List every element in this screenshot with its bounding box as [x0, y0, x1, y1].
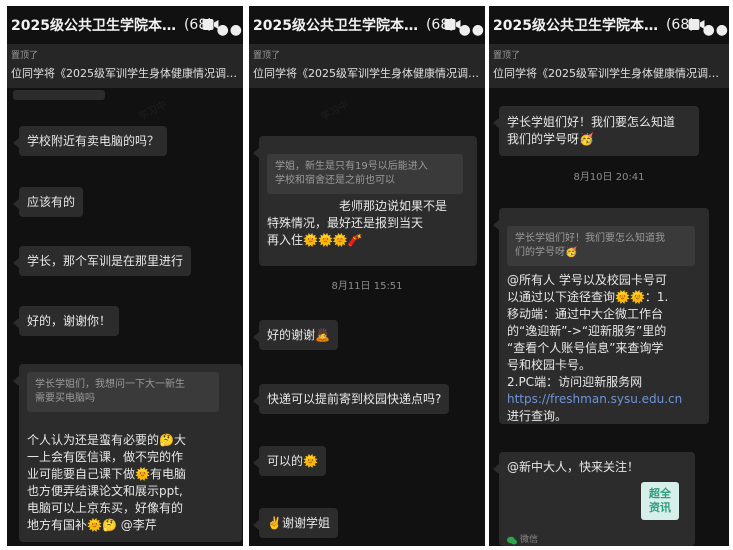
- chat-message[interactable]: 学长，那个军训是在那里进行: [12, 246, 192, 276]
- share-card[interactable]: @新中大人，快来关注！ 超全 资讯 微信: [493, 452, 695, 546]
- reply-line: 个人认为还是蛮有必要的🤔大: [27, 433, 186, 447]
- reply-body: @所有人 学号以及校园卡号可 以通过以下途径查询🌞🌞：1. 移动端：通过中大企微…: [507, 272, 705, 425]
- reply-line: 一上会有医信课，做不完的作: [27, 450, 184, 464]
- message-line: 学长学姐们好！我们要怎么知道: [507, 115, 676, 129]
- chat-panel-3: 2025级公共卫生学院本… (68) ●● 置顶了 位同学将《2025级军训学生…: [489, 6, 729, 546]
- quote-line: 学长学姐们，我想问一下大一新生: [35, 379, 185, 390]
- chat-message[interactable]: 好的谢谢🙇: [253, 320, 338, 350]
- quoted-message[interactable]: 学长学姐们好！我们要怎么知道我 们的学号呀🥳: [507, 226, 695, 266]
- reply-line: 业可能要自己课下做🌞有电脑: [27, 467, 186, 481]
- share-card-text: @新中大人，快来关注！: [507, 460, 640, 474]
- reply-line: 特殊情况，最好还是报到当天: [267, 216, 424, 230]
- quote-line: 们的学号呀🥳: [515, 247, 578, 258]
- chat-title[interactable]: 2025级公共卫生学院本…: [11, 15, 176, 35]
- pinned-label: 置顶了: [253, 51, 281, 61]
- more-options-icon[interactable]: ●●: [459, 22, 485, 38]
- chat-message[interactable]: 应该有的: [12, 187, 84, 217]
- quote-line: 学校和宿舍还是之前也可以: [275, 175, 395, 186]
- chat-panel-2: 2025级公共卫生学院本… (68) ●● 置顶了 位同学将《2025级军训学生…: [249, 6, 485, 546]
- chat-header: 2025级公共卫生学院本… (68) ●●: [7, 6, 243, 44]
- chat-message[interactable]: 学长学姐们好！我们要怎么知道 我们的学号呀🥳: [493, 106, 699, 156]
- chat-header: 2025级公共卫生学院本… (68) ●●: [249, 6, 485, 44]
- pinned-label: 置顶了: [493, 51, 521, 61]
- reply-line: 以通过以下途径查询🌞🌞：1.: [507, 290, 669, 304]
- logo-line: 资讯: [649, 501, 671, 514]
- source-label: 微信: [520, 535, 539, 545]
- quote-reply-message[interactable]: 学姐，新生是只有19号以后能进入 学校和宿舍还是之前也可以 老师那边说如果不是 …: [253, 136, 477, 266]
- quote-line: 需要买电脑吗: [35, 393, 95, 404]
- logo-line: 超全: [649, 487, 671, 500]
- quote-line: 学姐，新生是只有19号以后能进入: [275, 161, 428, 172]
- pinned-label: 置顶了: [11, 51, 39, 61]
- more-options-icon[interactable]: ●●: [217, 22, 243, 38]
- reply-line: 地方有国补🌞🤔 @李芹: [27, 518, 157, 532]
- reply-line: 再入住🌞🌞🌞🧨: [267, 233, 363, 247]
- chat-title[interactable]: 2025级公共卫生学院本…: [493, 15, 658, 35]
- chat-title[interactable]: 2025级公共卫生学院本…: [253, 15, 418, 35]
- pinned-text: 位同学将《2025级军训学生身体健康情况调…: [253, 67, 479, 80]
- share-card-source: 微信: [507, 532, 538, 546]
- reply-line: @所有人 学号以及校园卡号可: [507, 273, 667, 287]
- timestamp: 8月10日 20:41: [573, 172, 645, 183]
- reply-body: 老师那边说如果不是 特殊情况，最好还是报到当天 再入住🌞🌞🌞🧨: [267, 198, 473, 249]
- freshman-link[interactable]: https://freshman.sysu.edu.cn: [507, 391, 705, 408]
- more-options-icon[interactable]: ●●: [703, 22, 729, 38]
- quote-reply-message[interactable]: 学长学姐们好！我们要怎么知道我 们的学号呀🥳 @所有人 学号以及校园卡号可 以通…: [493, 208, 709, 425]
- chat-message[interactable]: ✌️谢谢学姐: [253, 508, 338, 538]
- message-line: 我们的学号呀🥳: [507, 132, 594, 146]
- quote-line: 学长学姐们好！我们要怎么知道我: [515, 233, 665, 244]
- watermark: 学习中: [137, 99, 169, 124]
- timestamp: 8月11日 15:51: [331, 281, 403, 292]
- pinned-text: 位同学将《2025级军训学生身体健康情况调…: [493, 67, 719, 80]
- reply-line: “查看个人账号信息”来查询学: [507, 341, 664, 355]
- share-card-logo: 超全 资讯: [641, 482, 679, 520]
- reply-line: 电脑可以上京东买，好像有的: [27, 501, 184, 515]
- reply-line: 号和校园卡号。: [507, 358, 592, 372]
- reply-line: 2.PC端：访问迎新服务网: [507, 375, 643, 389]
- reply-line: 老师那边说如果不是: [339, 199, 448, 213]
- chat-message[interactable]: 快递可以提前寄到校园快递点吗?: [252, 384, 450, 414]
- reply-line: 的“逸迎新”->“迎新服务”里的: [507, 324, 667, 338]
- pinned-text: 位同学将《2025级军训学生身体健康情况调…: [11, 67, 237, 80]
- quoted-message[interactable]: 学长学姐们，我想问一下大一新生 需要买电脑吗: [27, 372, 219, 412]
- wechat-icon: [507, 536, 517, 544]
- reply-line: 进行查询。: [507, 409, 568, 423]
- reply-body: 个人认为还是蛮有必要的🤔大 一上会有医信课，做不完的作 业可能要自己课下做🌞有电…: [27, 432, 239, 534]
- pinned-announcement[interactable]: 置顶了 位同学将《2025级军训学生身体健康情况调…: [489, 44, 729, 88]
- reply-line: 也方便弄结课论文和展示ppt,: [27, 484, 183, 498]
- partial-bubble: [13, 90, 105, 100]
- chat-message[interactable]: 学校附近有卖电脑的吗？: [12, 126, 168, 156]
- pinned-announcement[interactable]: 置顶了 位同学将《2025级军训学生身体健康情况调…: [7, 44, 243, 88]
- chat-panel-1: 2025级公共卫生学院本… (68) ●● 置顶了 位同学将《2025级军训学生…: [7, 6, 243, 546]
- chat-message[interactable]: 可以的🌞: [253, 446, 326, 476]
- chat-message[interactable]: 好的，谢谢你！: [12, 306, 120, 336]
- reply-line: 移动端：通过中大企微工作台: [507, 307, 664, 321]
- chat-header: 2025级公共卫生学院本… (68) ●●: [489, 6, 729, 44]
- quote-reply-message[interactable]: 学长学姐们，我想问一下大一新生 需要买电脑吗 个人认为还是蛮有必要的🤔大 一上会…: [13, 364, 242, 542]
- watermark: 学习中: [319, 99, 351, 124]
- pinned-announcement[interactable]: 置顶了 位同学将《2025级军训学生身体健康情况调…: [249, 44, 485, 88]
- quoted-message[interactable]: 学姐，新生是只有19号以后能进入 学校和宿舍还是之前也可以: [267, 154, 463, 194]
